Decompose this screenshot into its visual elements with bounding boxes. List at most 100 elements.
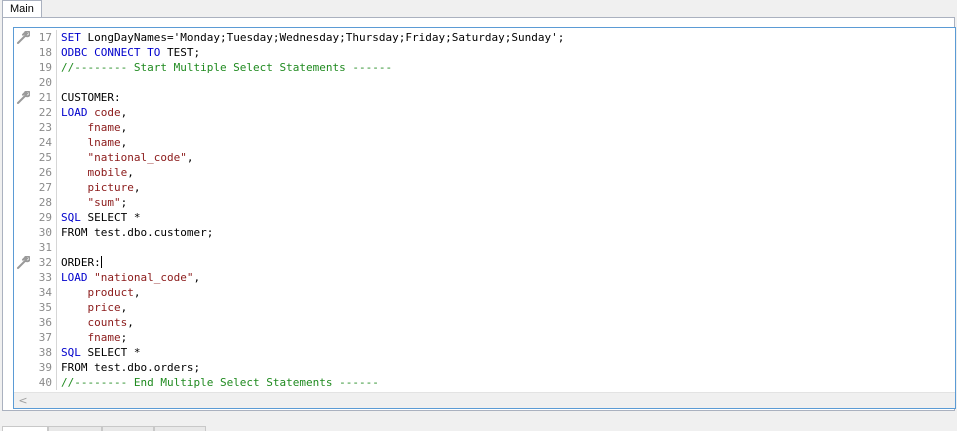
code-token: CUSTOMER: [61, 91, 121, 104]
bottom-tab-strip [0, 426, 957, 431]
code-line[interactable]: 38 SQL SELECT * [14, 345, 955, 360]
line-text: ODBC CONNECT TO TEST; [61, 45, 200, 60]
code-line[interactable]: 28 "sum"; [14, 195, 955, 210]
code-token: picture [87, 181, 134, 194]
line-text: CUSTOMER: [61, 90, 121, 105]
code-area[interactable]: 17 SET LongDayNames='Monday;Tuesday;Wedne… [14, 30, 955, 392]
gutter-separator [56, 330, 57, 345]
line-number: 37 [38, 331, 52, 344]
line-number: 30 [38, 226, 52, 239]
bottom-tab[interactable] [102, 426, 154, 431]
code-line[interactable]: 24 lname, [14, 135, 955, 150]
wrench-icon [16, 255, 31, 269]
code-token: , [186, 151, 194, 164]
tab-main[interactable]: Main [2, 0, 42, 18]
bottom-tab[interactable] [48, 426, 102, 431]
main-panel: 17 SET LongDayNames='Monday;Tuesday;Wedne… [2, 17, 956, 411]
code-token: "sum" [87, 196, 121, 209]
code-line[interactable]: 40 //-------- End Multiple Select Stateme… [14, 375, 955, 390]
code-line[interactable]: 32 ORDER: [14, 255, 955, 270]
code-token: SQL [61, 211, 81, 224]
line-number: 35 [38, 301, 52, 314]
bottom-tab[interactable] [154, 426, 206, 431]
code-line[interactable]: 19 //-------- Start Multiple Select State… [14, 60, 955, 75]
line-number: 27 [38, 181, 52, 194]
code-line[interactable]: 26 mobile, [14, 165, 955, 180]
line-number: 17 [38, 31, 52, 44]
line-number: 31 [38, 241, 52, 254]
code-line[interactable]: 17 SET LongDayNames='Monday;Tuesday;Wedne… [14, 30, 955, 45]
line-number: 18 [38, 46, 52, 59]
code-line[interactable]: 30 FROM test.dbo.customer; [14, 225, 955, 240]
line-number: 21 [38, 91, 52, 104]
code-line[interactable]: 22 LOAD code, [14, 105, 955, 120]
line-number: 28 [38, 196, 52, 209]
code-token: LOAD [61, 106, 88, 119]
code-token: , [127, 316, 134, 329]
code-line[interactable]: 37 fname; [14, 330, 955, 345]
line-text: "national_code", [61, 150, 194, 165]
horizontal-scrollbar[interactable]: < [14, 392, 955, 408]
code-token: price [87, 301, 121, 314]
code-line[interactable]: 36 counts, [14, 315, 955, 330]
bottom-tab[interactable] [2, 426, 48, 431]
code-token: fname [87, 331, 121, 344]
line-text: ORDER: [61, 255, 102, 270]
line-text: price, [61, 300, 128, 315]
code-line[interactable]: 35 price, [14, 300, 955, 315]
gutter-separator [56, 150, 57, 165]
code-line[interactable]: 20 [14, 75, 955, 90]
code-line[interactable]: 31 [14, 240, 955, 255]
code-token: , [120, 301, 128, 314]
code-line[interactable]: 23 fname, [14, 120, 955, 135]
code-token: LOAD [61, 271, 88, 284]
code-line[interactable]: 27 picture, [14, 180, 955, 195]
line-number: 25 [38, 151, 52, 164]
line-text: FROM test.dbo.orders; [61, 360, 200, 375]
script-editor[interactable]: 17 SET LongDayNames='Monday;Tuesday;Wedne… [13, 27, 956, 409]
code-token: , [120, 121, 128, 134]
code-token: FROM test.dbo.orders; [61, 361, 201, 374]
code-line[interactable]: 18 ODBC CONNECT TO TEST; [14, 45, 955, 60]
code-token: SQL [61, 346, 81, 359]
code-token: , [120, 136, 128, 149]
code-token: ODBC CONNECT TO [61, 46, 161, 59]
gutter-separator [56, 375, 57, 390]
gutter-separator [56, 45, 57, 60]
code-line[interactable]: 33 LOAD "national_code", [14, 270, 955, 285]
line-text: counts, [61, 315, 134, 330]
line-text: //-------- Start Multiple Select Stateme… [61, 60, 392, 75]
line-text: product, [61, 285, 141, 300]
code-token: code [94, 106, 121, 119]
code-line[interactable]: 21 CUSTOMER: [14, 90, 955, 105]
gutter-separator [56, 315, 57, 330]
gutter-separator [56, 300, 57, 315]
code-line[interactable]: 34 product, [14, 285, 955, 300]
scroll-left-arrow-icon[interactable]: < [17, 394, 29, 407]
line-number: 32 [38, 256, 52, 269]
line-number: 23 [38, 121, 52, 134]
line-text: fname, [61, 120, 128, 135]
code-line[interactable]: 29 SQL SELECT * [14, 210, 955, 225]
line-number: 33 [38, 271, 52, 284]
code-line[interactable]: 39 FROM test.dbo.orders; [14, 360, 955, 375]
gutter-separator [56, 135, 57, 150]
gutter-separator [56, 180, 57, 195]
code-token: , [133, 181, 141, 194]
code-token: , [127, 166, 134, 179]
code-token: //-------- Start Multiple Select Stateme… [61, 61, 393, 74]
gutter-separator [56, 240, 57, 255]
code-token: fname [87, 121, 121, 134]
line-text: LOAD code, [61, 105, 127, 120]
gutter-separator [56, 285, 57, 300]
line-number: 34 [38, 286, 52, 299]
code-token: counts [87, 316, 128, 329]
gutter-separator [56, 75, 57, 90]
code-line[interactable]: 25 "national_code", [14, 150, 955, 165]
code-token: ; [120, 331, 128, 344]
gutter-separator [56, 270, 57, 285]
